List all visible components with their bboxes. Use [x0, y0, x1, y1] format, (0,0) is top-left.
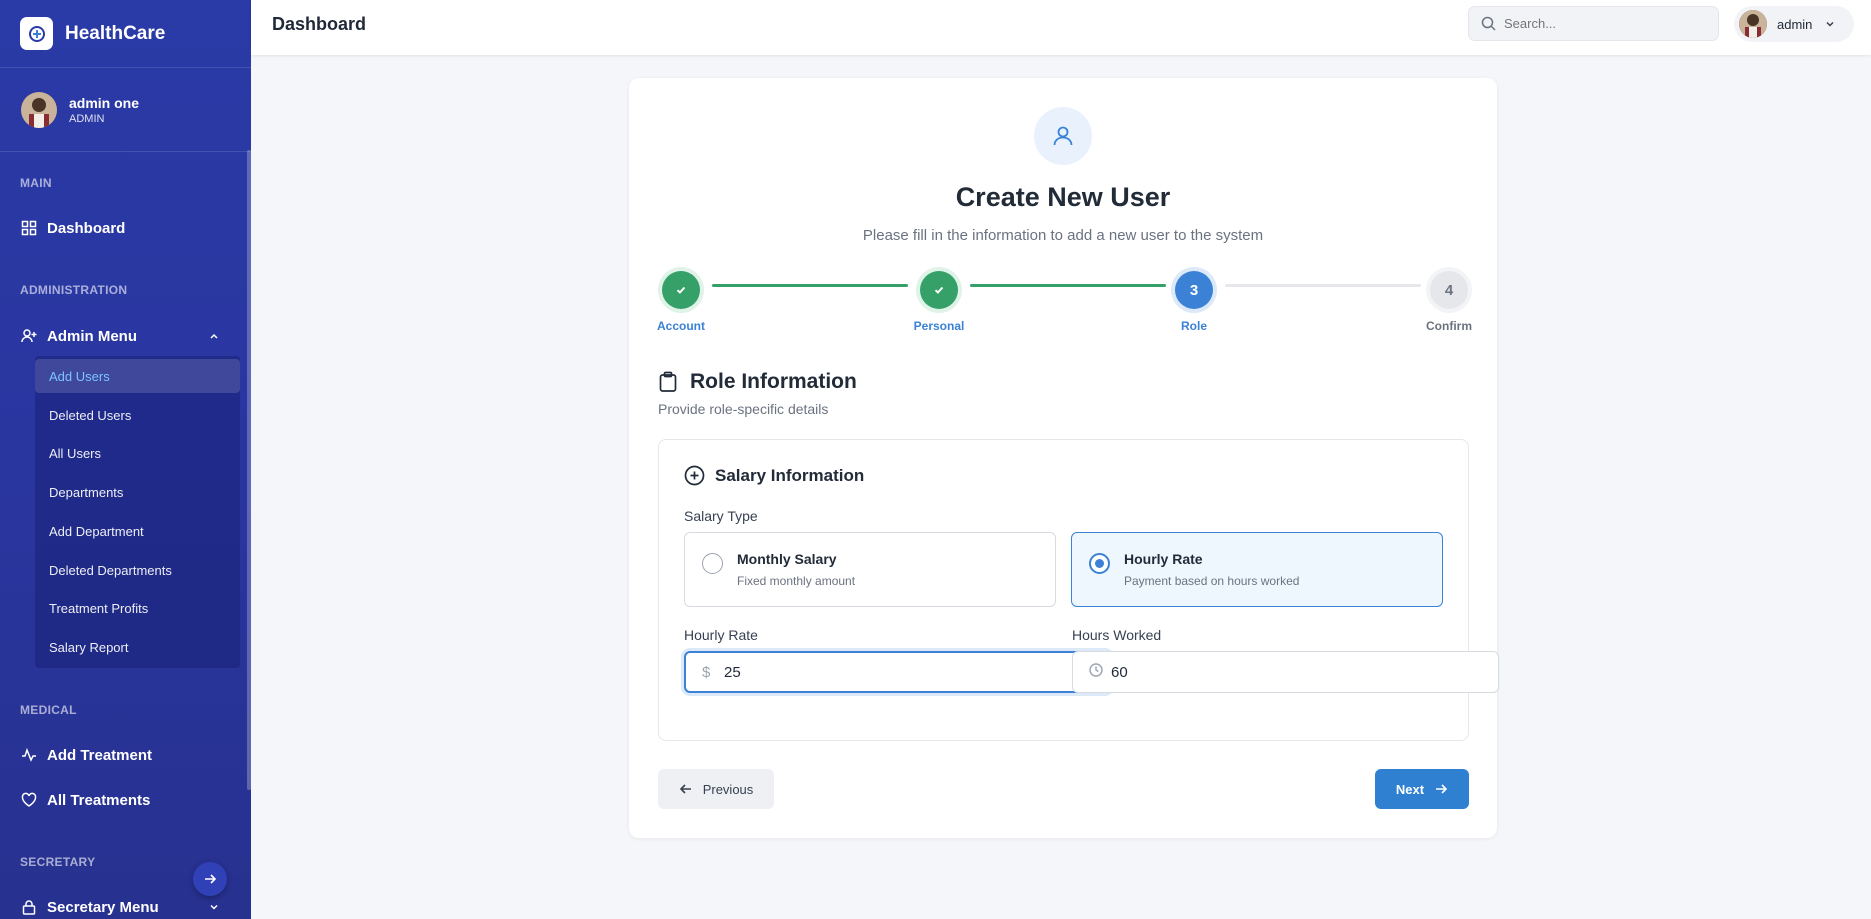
step-connector: [970, 284, 1166, 287]
app-name: HealthCare: [65, 22, 166, 44]
section-title: Role Information: [690, 370, 857, 393]
dollar-icon: $: [702, 663, 711, 681]
arrow-left-icon: [679, 784, 691, 794]
chevron-down-icon: [208, 900, 220, 917]
sidebar-item-label: Admin Menu: [47, 327, 137, 345]
sidebar-item-add-department[interactable]: Add Department: [35, 514, 240, 548]
step-account[interactable]: [662, 271, 700, 309]
sidebar-item-salary-report[interactable]: Salary Report: [35, 630, 240, 664]
option-desc: Payment based on hours worked: [1124, 574, 1300, 588]
sidebar-item-dashboard[interactable]: Dashboard: [0, 211, 240, 245]
step-label: Personal: [913, 319, 965, 333]
plus-circle-icon: [684, 465, 705, 486]
clipboard-icon: [659, 371, 677, 392]
option-title: Hourly Rate: [1124, 551, 1203, 567]
radio-hourly[interactable]: [1089, 553, 1110, 574]
option-monthly-salary[interactable]: Monthly Salary Fixed monthly amount: [684, 532, 1056, 607]
check-icon: [934, 286, 944, 294]
sidebar-item-departments[interactable]: Departments: [35, 475, 240, 509]
step-connector: [1225, 284, 1421, 287]
page-title: Dashboard: [272, 14, 367, 34]
salary-heading: Salary Information: [684, 465, 864, 486]
panel-title: Salary Information: [715, 465, 865, 485]
arrow-right-icon: [205, 874, 217, 884]
section-subtitle: Provide role-specific details: [658, 401, 829, 417]
salary-type-label: Salary Type: [684, 508, 758, 524]
sidebar-item-label: Secretary Menu: [47, 898, 159, 916]
hourly-rate-label: Hourly Rate: [684, 627, 758, 643]
next-label: Next: [1395, 781, 1425, 797]
sidebar-scrollbar[interactable]: [247, 150, 251, 790]
avatar: [1739, 10, 1767, 38]
sidebar-item-all-users[interactable]: All Users: [35, 436, 240, 470]
previous-label: Previous: [702, 781, 754, 797]
user-icon: [1034, 107, 1092, 165]
top-header: Dashboard admin: [251, 0, 1871, 55]
previous-button[interactable]: Previous: [658, 769, 774, 809]
user-name: admin one: [69, 94, 140, 111]
lock-icon: [21, 899, 37, 915]
step-label: Confirm: [1426, 319, 1472, 333]
option-desc: Fixed monthly amount: [737, 574, 856, 588]
form-subtitle: Please fill in the information to add a …: [862, 227, 1264, 244]
sidebar-item-add-users[interactable]: Add Users: [35, 359, 240, 393]
brand[interactable]: HealthCare: [0, 0, 251, 68]
step-personal[interactable]: [920, 271, 958, 309]
sidebar-item-add-treatment[interactable]: Add Treatment: [0, 738, 240, 772]
user-plus-icon: [21, 328, 37, 344]
profile-menu[interactable]: admin: [1734, 6, 1854, 42]
user-role: ADMIN: [69, 112, 105, 125]
step-confirm[interactable]: 4: [1430, 271, 1468, 309]
admin-submenu: Add Users Deleted Users All Users Depart…: [35, 356, 240, 668]
hours-worked-label: Hours Worked: [1072, 627, 1162, 643]
sidebar-item-label: Add Treatment: [47, 746, 153, 764]
section-label-medical: MEDICAL: [20, 703, 77, 717]
arrow-right-icon: [1436, 784, 1448, 794]
section-label-secretary: SECRETARY: [20, 855, 96, 869]
profile-name: admin: [1777, 16, 1813, 32]
chevron-up-icon: [208, 329, 220, 346]
hourly-rate-field[interactable]: $: [684, 651, 1111, 693]
form-title: Create New User: [955, 182, 1171, 212]
sidebar-item-all-treatments[interactable]: All Treatments: [0, 783, 240, 817]
clock-icon: [1089, 663, 1103, 681]
check-icon: [676, 286, 686, 294]
healthcare-logo-icon: [20, 17, 53, 50]
create-user-card: Create New User Please fill in the infor…: [629, 78, 1499, 838]
sidebar-item-deleted-users[interactable]: Deleted Users: [35, 398, 240, 432]
search-input[interactable]: [1504, 16, 1704, 31]
hours-worked-field[interactable]: [1072, 651, 1499, 693]
salary-panel: Salary Information Salary Type Monthly S…: [658, 439, 1499, 741]
sidebar-item-label: Dashboard: [47, 219, 126, 237]
collapse-sidebar-button[interactable]: [193, 862, 227, 896]
option-hourly-rate[interactable]: Hourly Rate Payment based on hours worke…: [1071, 532, 1443, 607]
grid-icon: [21, 220, 37, 236]
section-label-administration: ADMINISTRATION: [20, 283, 128, 297]
search-icon: [1481, 16, 1496, 31]
next-button[interactable]: Next: [1375, 769, 1469, 809]
heart-icon: [21, 792, 37, 808]
option-title: Monthly Salary: [737, 551, 837, 567]
radio-monthly[interactable]: [702, 553, 723, 574]
search-box[interactable]: [1468, 6, 1719, 41]
sidebar: HealthCare admin one ADMIN MAIN Dashboar…: [0, 0, 251, 919]
step-label: Account: [657, 319, 705, 333]
activity-icon: [21, 747, 37, 763]
role-section-heading: Role Information: [658, 370, 857, 394]
chevron-down-icon: [1826, 21, 1834, 27]
sidebar-item-label: All Treatments: [47, 791, 151, 809]
user-profile: admin one ADMIN: [0, 68, 251, 152]
avatar: [21, 91, 57, 128]
hourly-rate-input[interactable]: [724, 663, 1024, 681]
sidebar-item-deleted-departments[interactable]: Deleted Departments: [35, 553, 240, 587]
step-connector: [712, 284, 908, 287]
sidebar-item-treatment-profits[interactable]: Treatment Profits: [35, 591, 240, 625]
sidebar-item-admin-menu[interactable]: Admin Menu: [0, 319, 240, 353]
hours-worked-input[interactable]: [1111, 663, 1411, 681]
step-role[interactable]: 3: [1175, 271, 1213, 309]
step-label: Role: [1180, 319, 1207, 333]
section-label-main: MAIN: [20, 176, 52, 190]
